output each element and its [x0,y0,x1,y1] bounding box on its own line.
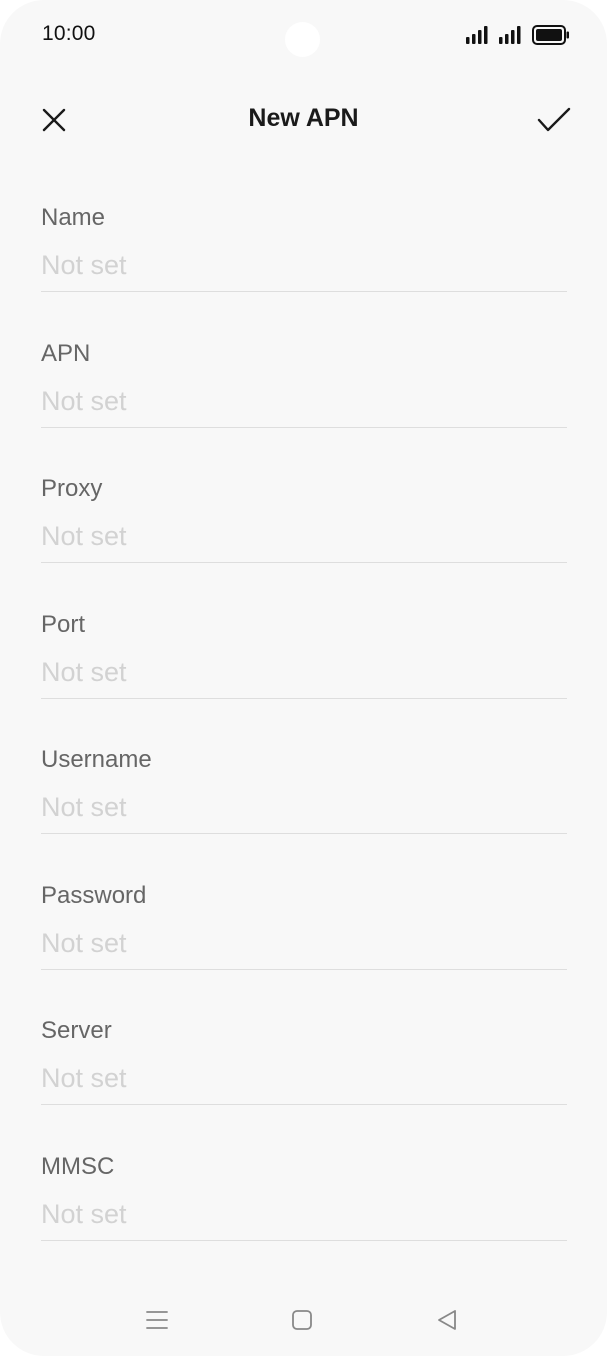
divider [41,1239,567,1241]
field-label: Port [41,610,86,638]
field-value: Not set [41,1198,127,1229]
field-name[interactable]: Name Not set [41,204,567,340]
divider [41,697,567,699]
battery-icon [532,25,569,45]
field-value: Not set [41,1063,127,1093]
divider [41,833,567,834]
signal-icon [466,26,488,44]
check-icon [537,107,571,132]
phone-screen: 10:00 New APN Name Not set APN Not set P… [0,0,607,1356]
field-value: Not set [41,927,127,958]
navigation-bar [0,1290,607,1350]
back-button[interactable] [430,1304,464,1336]
field-value: Not set [41,792,127,822]
home-icon [292,1310,312,1330]
divider [41,426,567,428]
field-server[interactable]: Server Not set [41,1017,567,1153]
field-label: MMSC [41,1152,115,1180]
divider [41,968,567,970]
signal-icon [499,26,521,44]
divider [41,1104,567,1105]
page-title: New APN [248,104,359,132]
status-bar: 10:00 [0,0,607,70]
field-apn[interactable]: APN Not set [41,340,567,476]
field-value: Not set [41,521,127,551]
save-button[interactable] [532,100,576,140]
field-value: Not set [41,656,127,687]
front-camera [285,22,320,57]
field-label: Password [41,881,147,909]
back-icon [438,1310,456,1330]
status-time: 10:00 [42,22,96,45]
divider [41,562,567,563]
menu-icon [146,1311,168,1329]
field-value: Not set [41,250,127,280]
field-port[interactable]: Port Not set [41,611,567,747]
field-username[interactable]: Username Not set [41,746,567,882]
apn-form: Name Not set APN Not set Proxy Not set P… [41,204,567,1288]
field-mmsc[interactable]: MMSC Not set [41,1153,567,1289]
field-label: APN [41,339,91,367]
recents-button[interactable] [140,1304,174,1336]
field-label: Name [41,204,106,231]
field-label: Server [41,1017,112,1044]
field-password[interactable]: Password Not set [41,882,567,1018]
field-proxy[interactable]: Proxy Not set [41,475,567,611]
home-button[interactable] [285,1304,319,1336]
app-bar: New APN [0,90,607,150]
field-value: Not set [41,385,127,416]
field-label: Username [41,746,152,773]
divider [41,291,567,292]
field-label: Proxy [41,475,103,502]
